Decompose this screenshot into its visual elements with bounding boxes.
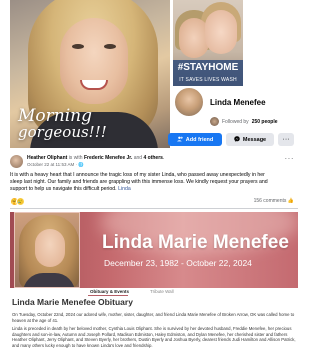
stayhome-tag-sub: IT SAVES LIVES WASH HANDS (179, 77, 237, 83)
post-author-line: Heather Oliphant is with Frederic Menefe… (27, 155, 165, 161)
post-body-link[interactable]: Linda (118, 186, 131, 192)
post-and-text: and (133, 155, 143, 161)
tab-obituary-events[interactable]: Obituary & Events (90, 289, 129, 294)
post: Heather Oliphant is with Frederic Menefe… (10, 152, 298, 209)
sad-reaction-icon: 😢 (16, 197, 25, 206)
followed-by-count[interactable]: 250 people (252, 119, 278, 125)
memorial-banner: Linda Marie Menefee December 23, 1982 - … (10, 212, 298, 288)
stayhome-tag-text: #STAYHOME (177, 62, 239, 73)
obituary-paragraph: On Tuesday, October 22nd, 2024 our adore… (12, 312, 295, 323)
message-button[interactable]: Message (226, 133, 274, 146)
obituary-title: Linda Marie Menefee Obituary (12, 297, 133, 307)
post-body: It is with a heavy heart that I announce… (10, 172, 268, 193)
active-tab-indicator (88, 295, 128, 296)
photo-face (35, 229, 65, 267)
obituary-paragraph: Linda is preceded in death by her belove… (12, 326, 296, 348)
obituary-text: On Tuesday, October 22nd, 2024 our adore… (12, 312, 296, 351)
memorial-name: Linda Marie Menefee (102, 232, 289, 253)
photo-eye (72, 44, 84, 49)
profile-photo-main[interactable]: Morning gorgeous!!! (10, 0, 170, 148)
more-options-button[interactable]: ··· (278, 133, 294, 146)
post-with-text: is with (68, 155, 83, 161)
post-tagged-person[interactable]: Frederic Menefee Jr. (84, 155, 132, 161)
photo-caption: Morning gorgeous!!! (18, 106, 168, 141)
post-body-text: It is with a heavy heart that I announce… (10, 172, 268, 192)
photo-face (205, 10, 237, 54)
photo-caption-line1: Morning (18, 106, 92, 126)
post-comment-count[interactable]: 156 comments 👍 (254, 198, 294, 204)
photo-caption-line2: gorgeous!!! (18, 123, 107, 141)
post-menu-icon[interactable]: ··· (285, 154, 295, 163)
avatar[interactable] (173, 86, 205, 118)
post-reactions[interactable]: 🤗 😢 (10, 197, 25, 206)
add-friend-label: Add friend (185, 136, 214, 143)
followed-by: Followed by 250 people (210, 117, 278, 126)
post-author-name[interactable]: Heather Oliphant (27, 155, 67, 161)
follower-avatar (210, 117, 219, 126)
photo-face (60, 18, 128, 104)
post-tagged-others[interactable]: 4 others (143, 155, 162, 161)
followed-by-prefix: Followed by (222, 118, 249, 125)
add-friend-icon (176, 136, 183, 144)
photo-eye (104, 44, 116, 49)
share-icon: 👍 (287, 198, 294, 204)
stayhome-tag: #STAYHOME IT SAVES LIVES WASH HANDS (173, 60, 243, 86)
memorial-photo (14, 212, 80, 288)
messenger-icon (234, 135, 240, 144)
divider (10, 208, 298, 209)
add-friend-button[interactable]: Add friend (168, 133, 222, 146)
post-timestamp[interactable]: October 22 at 11:53 AM · 🌐 (27, 162, 84, 168)
message-label: Message (242, 136, 267, 143)
comment-count-text: 156 comments (253, 198, 287, 204)
profile-photo-secondary[interactable]: #STAYHOME IT SAVES LIVES WASH HANDS (173, 0, 243, 86)
profile-name[interactable]: Linda Menefee (210, 98, 266, 107)
memorial-tabs: Obituary & Events Tribute Wall (10, 288, 298, 296)
post-author-avatar[interactable] (10, 155, 23, 168)
profile-header: Morning gorgeous!!! #STAYHOME IT SAVES L… (0, 0, 308, 148)
tab-tribute-wall[interactable]: Tribute Wall (150, 289, 174, 294)
memorial-dates: December 23, 1982 - October 22, 2024 (104, 258, 252, 268)
